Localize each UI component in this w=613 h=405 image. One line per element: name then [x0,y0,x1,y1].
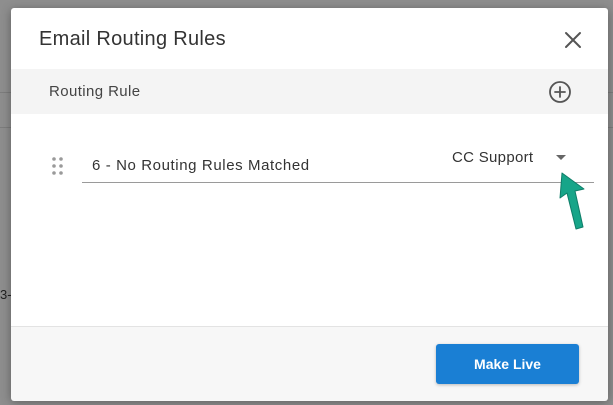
modal-title: Email Routing Rules [39,28,226,50]
department-select-value: CC Support [452,149,534,166]
chevron-down-icon [556,155,566,160]
rule-name[interactable]: 6 - No Routing Rules Matched [92,157,310,174]
rule-row: 6 - No Routing Rules Matched CC Support [11,138,608,188]
routing-rule-header: Routing Rule [11,69,608,114]
department-select[interactable]: CC Support [452,147,582,171]
email-routing-rules-modal: Email Routing Rules Routing Rule 6 - No … [11,8,608,401]
close-icon [565,32,581,48]
make-live-button[interactable]: Make Live [436,344,579,384]
rule-field-underline [82,182,594,183]
add-rule-button[interactable] [548,80,572,104]
annotation-arrow-icon [559,172,585,230]
close-button[interactable] [561,28,585,52]
drag-handle-icon[interactable] [51,156,65,176]
section-label: Routing Rule [49,83,141,100]
add-circle-icon [549,81,571,103]
modal-footer: Make Live [11,326,608,401]
